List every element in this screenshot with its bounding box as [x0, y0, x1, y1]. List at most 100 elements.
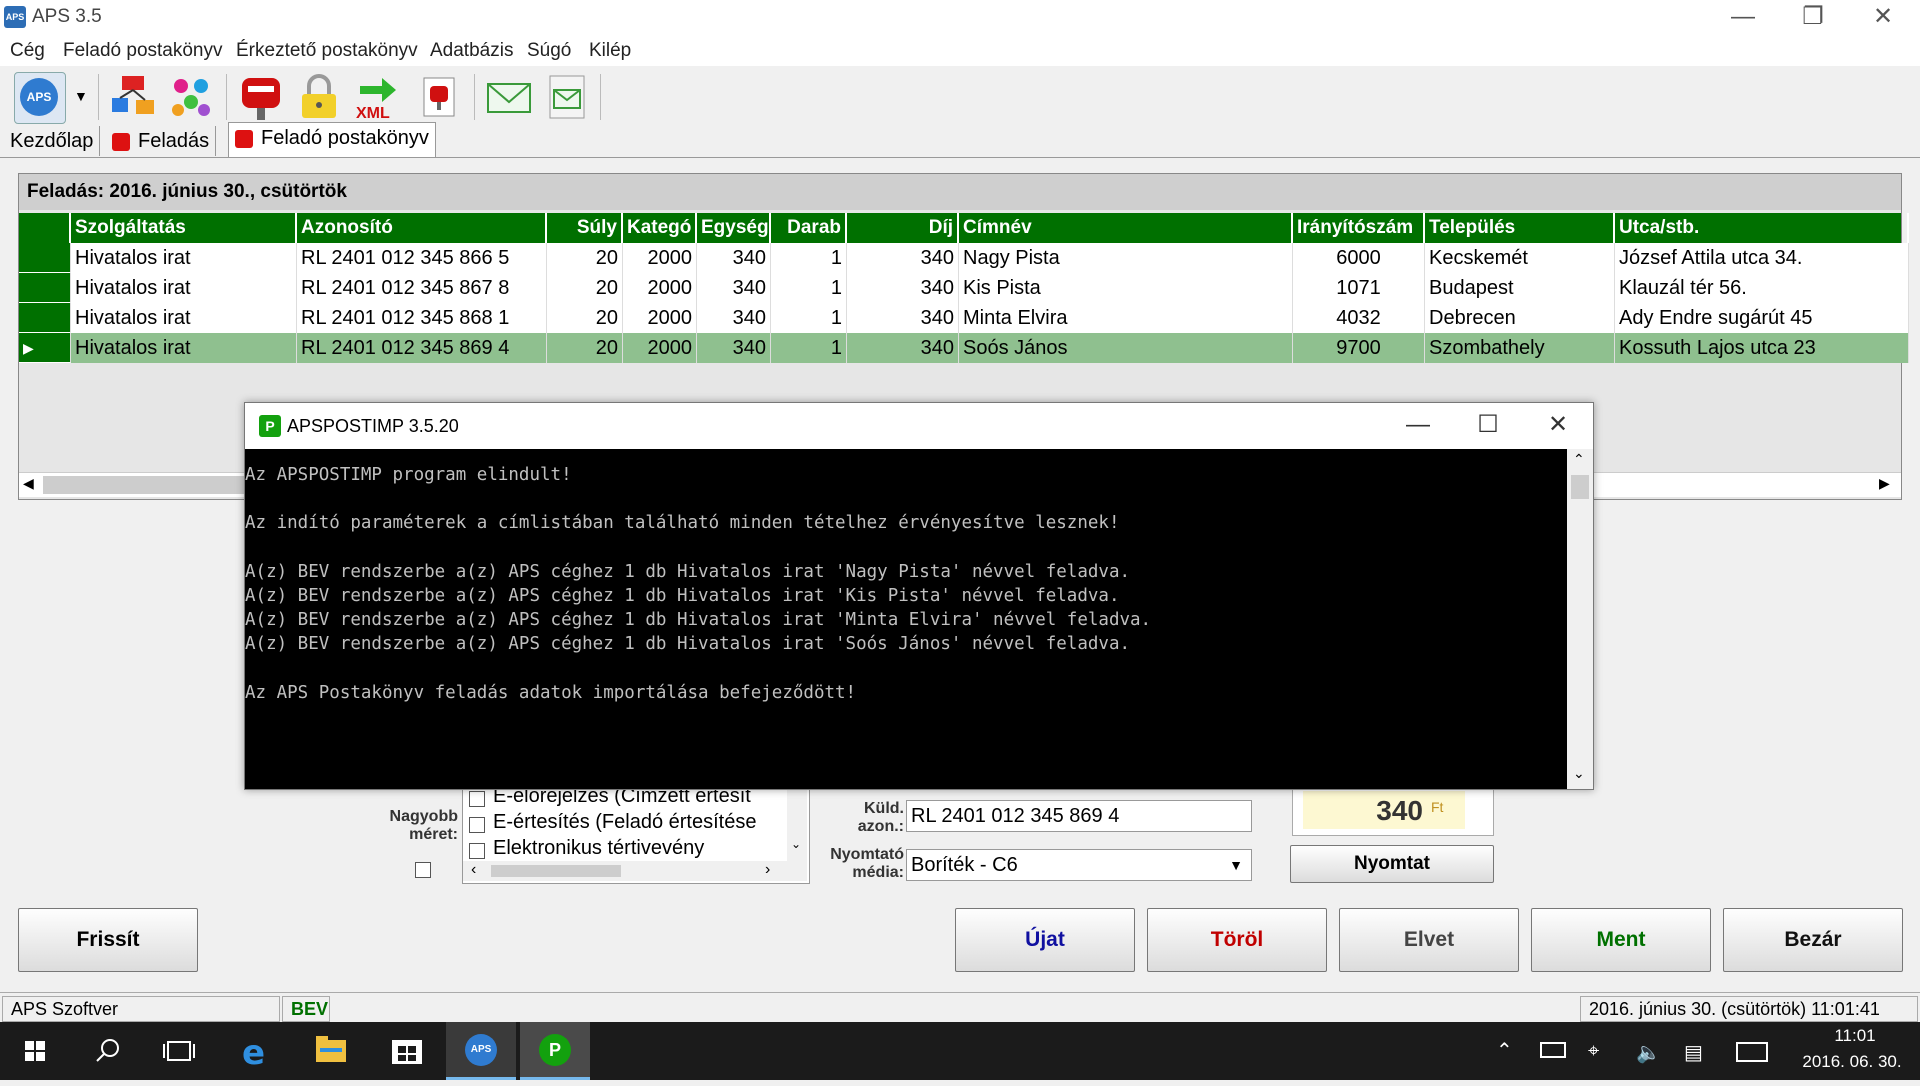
chevron-right-icon[interactable]: ›: [765, 861, 770, 879]
search-icon[interactable]: [72, 1022, 142, 1080]
column-header[interactable]: Darab: [771, 213, 847, 243]
table-cell[interactable]: 4032: [1293, 303, 1425, 333]
restore-icon[interactable]: ❐: [1778, 0, 1848, 36]
table-row[interactable]: Hivatalos irat RL 2401 012 345 867 8 20 200…: [19, 273, 1909, 303]
column-header[interactable]: Kategó: [623, 213, 697, 243]
table-cell[interactable]: Kecskemét: [1425, 243, 1615, 273]
mailbox-icon[interactable]: [236, 72, 286, 122]
chevron-up-icon[interactable]: ⌃: [1496, 1038, 1513, 1063]
tab-felado-postakonyv[interactable]: Feladó postakönyv: [228, 122, 436, 157]
table-cell[interactable]: 340: [697, 303, 771, 333]
column-header[interactable]: Irányítószám: [1293, 213, 1425, 243]
document-mailbox-icon[interactable]: [414, 72, 464, 122]
bezar-button[interactable]: Bezár: [1723, 908, 1903, 972]
ment-button[interactable]: Ment: [1531, 908, 1711, 972]
column-header[interactable]: Azonosító: [297, 213, 547, 243]
taskbar-date[interactable]: 2016. 06. 30.: [1792, 1052, 1912, 1072]
row-selector[interactable]: [19, 243, 71, 273]
scroll-right-icon[interactable]: ▶: [1879, 475, 1890, 492]
menu-erkezteto-postakonyv[interactable]: Érkeztető postakönyv: [236, 40, 418, 62]
option-checkbox[interactable]: [469, 791, 485, 807]
file-explorer-icon[interactable]: [296, 1022, 366, 1080]
table-cell[interactable]: Budapest: [1425, 273, 1615, 303]
options-horizontal-scrollbar[interactable]: ‹ ›: [463, 861, 807, 881]
nyomtat-button[interactable]: Nyomtat: [1290, 845, 1494, 883]
table-cell[interactable]: 2000: [623, 303, 697, 333]
table-cell[interactable]: 1: [771, 273, 847, 303]
table-cell[interactable]: 340: [697, 273, 771, 303]
tab-feladas[interactable]: Feladás: [106, 126, 217, 156]
table-cell[interactable]: 1: [771, 303, 847, 333]
battery-icon[interactable]: [1540, 1042, 1566, 1058]
dropdown-arrow-icon[interactable]: ▼: [74, 88, 88, 104]
nyomtato-media-select[interactable]: Boríték - C6 ▼: [906, 849, 1252, 881]
torol-button[interactable]: Töröl: [1147, 908, 1327, 972]
table-cell[interactable]: Ady Endre sugárút 45: [1615, 303, 1909, 333]
kuld-azon-field[interactable]: RL 2401 012 345 869 4: [906, 800, 1252, 832]
menu-adatbazis[interactable]: Adatbázis: [430, 40, 513, 62]
table-row[interactable]: ▶ Hivatalos irat RL 2401 012 345 869 4 20 20…: [19, 333, 1909, 363]
scroll-thumb[interactable]: [43, 476, 263, 494]
row-selector[interactable]: [19, 273, 71, 303]
chevron-down-icon[interactable]: ▼: [1223, 850, 1249, 880]
column-header[interactable]: Település: [1425, 213, 1615, 243]
table-cell[interactable]: József Attila utca 34.: [1615, 243, 1909, 273]
chevron-up-icon[interactable]: ⌃: [1573, 451, 1585, 468]
table-cell[interactable]: 20: [547, 243, 623, 273]
column-header[interactable]: Címnév: [959, 213, 1293, 243]
column-header[interactable]: Súly: [547, 213, 623, 243]
table-cell[interactable]: RL 2401 012 345 867 8: [297, 273, 547, 303]
store-icon[interactable]: [372, 1022, 442, 1080]
minimize-icon[interactable]: —: [1708, 0, 1778, 36]
minimize-icon[interactable]: —: [1383, 403, 1453, 449]
table-cell[interactable]: 340: [697, 333, 771, 363]
table-cell[interactable]: Hivatalos irat: [71, 243, 297, 273]
option-item[interactable]: E-értesítés (Feladó értesítése: [463, 811, 785, 839]
task-view-icon[interactable]: [144, 1022, 214, 1080]
network-icon[interactable]: ⌖: [1588, 1040, 1599, 1063]
row-selector[interactable]: [19, 303, 71, 333]
option-checkbox[interactable]: [469, 817, 485, 833]
row-selector[interactable]: ▶: [19, 333, 71, 363]
table-cell[interactable]: 2000: [623, 333, 697, 363]
chevron-left-icon[interactable]: ‹: [471, 861, 476, 879]
table-cell[interactable]: 340: [847, 333, 959, 363]
lock-icon[interactable]: [294, 72, 344, 122]
table-cell[interactable]: 20: [547, 303, 623, 333]
column-header[interactable]: Szolgáltatás: [71, 213, 297, 243]
option-checkbox[interactable]: [469, 843, 485, 859]
table-cell[interactable]: 2000: [623, 273, 697, 303]
menu-sugo[interactable]: Súgó: [527, 40, 571, 62]
table-cell[interactable]: 1: [771, 333, 847, 363]
column-header[interactable]: Díj: [847, 213, 959, 243]
menu-felado-postakonyv[interactable]: Feladó postakönyv: [63, 40, 223, 62]
taskbar-time[interactable]: 11:01: [1800, 1026, 1910, 1046]
envelope-attachment-icon[interactable]: [542, 72, 592, 122]
table-cell[interactable]: Hivatalos irat: [71, 303, 297, 333]
table-cell[interactable]: Minta Elvira: [959, 303, 1293, 333]
taskbar-apspostimp-app[interactable]: P: [520, 1022, 590, 1080]
scroll-thumb[interactable]: [491, 865, 621, 877]
nagyobb-meret-checkbox[interactable]: [415, 862, 431, 878]
chevron-down-icon[interactable]: ⌄: [1573, 765, 1585, 782]
table-cell[interactable]: 20: [547, 273, 623, 303]
volume-icon[interactable]: 🔈: [1636, 1040, 1661, 1065]
chevron-down-icon[interactable]: ⌄: [791, 837, 801, 851]
tab-kezdolap[interactable]: Kezdőlap: [4, 126, 101, 156]
scroll-thumb[interactable]: [1571, 475, 1589, 499]
console-vertical-scrollbar[interactable]: ⌃ ⌄: [1567, 449, 1593, 789]
menu-kilep[interactable]: Kilép: [589, 40, 631, 62]
table-cell[interactable]: Hivatalos irat: [71, 273, 297, 303]
table-cell[interactable]: RL 2401 012 345 866 5: [297, 243, 547, 273]
table-cell[interactable]: Kossuth Lajos utca 23: [1615, 333, 1909, 363]
scroll-left-icon[interactable]: ◀: [23, 475, 34, 492]
option-item[interactable]: Elektronikus tértivevény: [463, 837, 785, 859]
table-cell[interactable]: 340: [847, 243, 959, 273]
close-icon[interactable]: ✕: [1523, 403, 1593, 449]
table-cell[interactable]: Klauzál tér 56.: [1615, 273, 1909, 303]
table-cell[interactable]: Hivatalos irat: [71, 333, 297, 363]
table-cell[interactable]: 2000: [623, 243, 697, 273]
maximize-icon[interactable]: ☐: [1453, 403, 1523, 449]
options-vertical-scrollbar[interactable]: ⌄: [787, 785, 807, 861]
table-cell[interactable]: 6000: [1293, 243, 1425, 273]
